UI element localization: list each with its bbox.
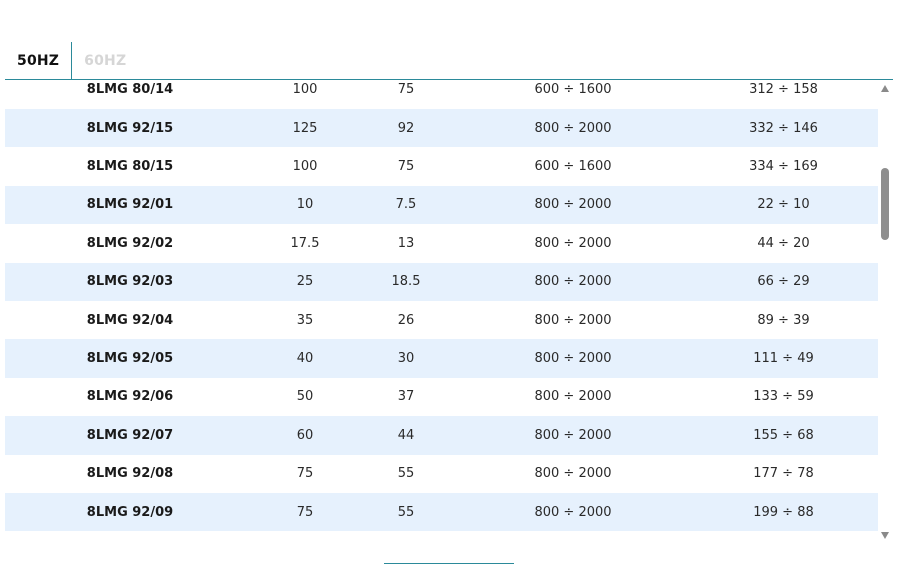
cell-range: 800 ÷ 2000	[534, 351, 612, 367]
cell-head: 199 ÷ 88	[753, 504, 814, 520]
cell-head: 44 ÷ 20	[757, 235, 810, 251]
cell-range: 800 ÷ 2000	[534, 466, 612, 482]
cell-kw: 40	[296, 351, 314, 367]
cell-kw: 100	[292, 82, 318, 97]
pump-table: 8LMG 80/14 100 75 600 ÷ 1600 312 ÷ 158 8LMG 9…	[5, 80, 878, 533]
tab-60hz[interactable]: 60HZ	[72, 42, 138, 79]
table-row: 8LMG 92/08 75 55 800 ÷ 2000 177 ÷ 78	[5, 455, 878, 493]
cell-hp: 18.5	[391, 274, 421, 290]
table-row: 8LMG 92/03 25 18.5 800 ÷ 2000 66 ÷ 29	[5, 262, 878, 301]
cell-kw: 75	[296, 504, 314, 520]
cell-model: 8LMG 92/05	[86, 351, 174, 367]
tab-50hz[interactable]: 50HZ	[5, 42, 73, 79]
cell-kw: 50	[296, 389, 314, 405]
cell-model: 8LMG 92/03	[86, 274, 174, 290]
cell-head: 177 ÷ 78	[753, 466, 814, 482]
cell-hp: 92	[397, 120, 415, 136]
cell-head: 111 ÷ 49	[753, 351, 814, 367]
cell-kw: 125	[292, 120, 318, 136]
cell-hp: 7.5	[395, 197, 417, 213]
cell-hp: 55	[397, 466, 415, 482]
cell-range: 800 ÷ 2000	[534, 197, 612, 213]
page: 50HZ 60HZ 8LMG 80/14 100 75 600 ÷ 1600 312 ÷…	[0, 0, 903, 564]
cell-head: 66 ÷ 29	[757, 274, 810, 290]
cell-range: 800 ÷ 2000	[534, 120, 612, 136]
cell-model: 8LMG 92/08	[86, 466, 174, 482]
cell-model: 8LMG 92/09	[86, 504, 174, 520]
table-row: 8LMG 92/01 10 7.5 800 ÷ 2000 22 ÷ 10	[5, 185, 878, 225]
cell-kw: 75	[296, 466, 314, 482]
cell-model: 8LMG 92/04	[86, 312, 174, 328]
cell-kw: 35	[296, 312, 314, 328]
cell-head: 133 ÷ 59	[753, 389, 814, 405]
cell-kw: 25	[296, 274, 314, 290]
cell-hp: 44	[397, 427, 415, 443]
cell-kw: 10	[296, 197, 314, 213]
table-row: 8LMG 92/09 75 55 800 ÷ 2000 199 ÷ 88	[5, 492, 878, 532]
cell-range: 800 ÷ 2000	[534, 504, 612, 520]
cell-range: 800 ÷ 2000	[534, 235, 612, 251]
cell-hp: 26	[397, 312, 415, 328]
cell-range: 800 ÷ 2000	[534, 274, 612, 290]
cell-model: 8LMG 92/06	[86, 389, 174, 405]
scroll-thumb[interactable]	[881, 168, 889, 240]
table-row: 8LMG 92/07 60 44 800 ÷ 2000 155 ÷ 68	[5, 416, 878, 455]
cell-range: 800 ÷ 2000	[534, 389, 612, 405]
cell-model: 8LMG 92/01	[86, 197, 174, 213]
cell-range: 800 ÷ 2000	[534, 427, 612, 443]
table-row: 8LMG 92/04 35 26 800 ÷ 2000 89 ÷ 39	[5, 301, 878, 339]
cell-model: 8LMG 92/15	[86, 120, 174, 136]
cell-hp: 55	[397, 504, 415, 520]
cell-head: 332 ÷ 146	[749, 120, 818, 136]
table-row: 8LMG 92/02 17.5 13 800 ÷ 2000 44 ÷ 20	[5, 224, 878, 262]
table-row: 8LMG 92/06 50 37 800 ÷ 2000 133 ÷ 59	[5, 378, 878, 416]
cell-hp: 30	[397, 351, 415, 367]
cell-model: 8LMG 80/15	[86, 159, 174, 175]
table-row: 8LMG 80/15 100 75 600 ÷ 1600 334 ÷ 169	[5, 147, 878, 185]
cell-kw: 17.5	[290, 235, 320, 251]
table-row: 8LMG 92/05 40 30 800 ÷ 2000 111 ÷ 49	[5, 339, 878, 378]
cell-hp: 75	[397, 82, 415, 97]
cell-hp: 13	[397, 235, 415, 251]
cell-model: 8LMG 92/07	[86, 427, 174, 443]
cell-kw: 60	[296, 427, 314, 443]
cell-head: 312 ÷ 158	[749, 82, 818, 97]
frequency-tabs: 50HZ 60HZ	[5, 42, 893, 80]
cell-model: 8LMG 80/14	[86, 82, 174, 97]
cell-head: 155 ÷ 68	[753, 427, 814, 443]
cell-model: 8LMG 92/02	[86, 235, 174, 251]
cell-head: 22 ÷ 10	[757, 197, 810, 213]
cell-head: 334 ÷ 169	[749, 159, 818, 175]
table-scrollbar[interactable]	[878, 80, 893, 542]
scroll-up-arrow-icon[interactable]	[881, 85, 889, 92]
cell-hp: 37	[397, 389, 415, 405]
cell-head: 89 ÷ 39	[757, 312, 810, 328]
cell-hp: 75	[397, 159, 415, 175]
cell-range: 800 ÷ 2000	[534, 312, 612, 328]
cell-range: 600 ÷ 1600	[534, 159, 612, 175]
table-row: 8LMG 80/14 100 75 600 ÷ 1600 312 ÷ 158	[5, 80, 878, 109]
table-row: 8LMG 92/15 125 92 800 ÷ 2000 332 ÷ 146	[5, 109, 878, 148]
cell-range: 600 ÷ 1600	[534, 82, 612, 97]
cell-kw: 100	[292, 159, 318, 175]
scroll-down-arrow-icon[interactable]	[881, 532, 889, 539]
